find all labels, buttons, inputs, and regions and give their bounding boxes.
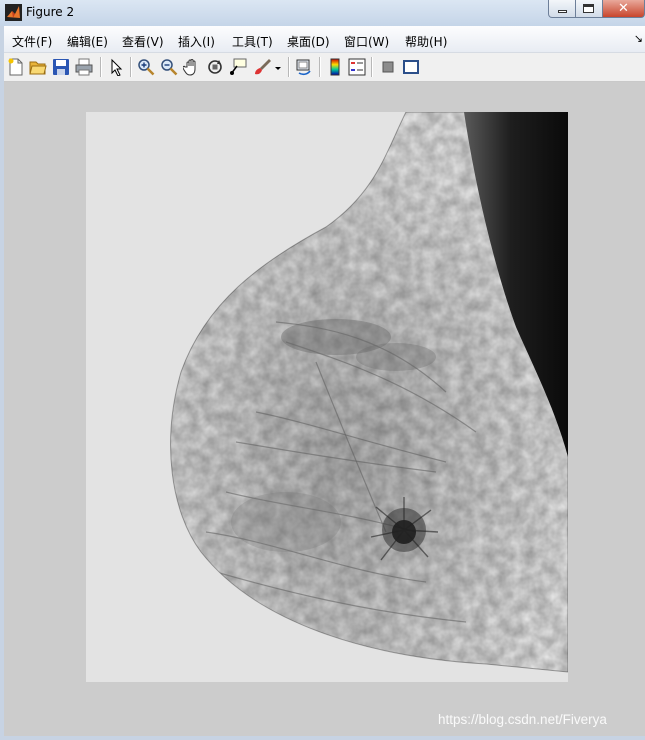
minimize-icon (558, 10, 567, 13)
title-bar[interactable]: Figure 2 ✕ (0, 0, 645, 26)
menu-file[interactable]: 文件(F) (12, 33, 52, 50)
rotate-3d-icon[interactable] (206, 58, 224, 76)
menu-edit[interactable]: 编辑(E) (67, 33, 108, 50)
edit-plot-arrow-icon[interactable] (107, 58, 125, 76)
menu-bar: 文件(F) 编辑(E) 查看(V) 插入(I) 工具(T) 桌面(D) 窗口(W… (4, 26, 645, 53)
maximize-icon (583, 4, 594, 13)
window-title: Figure 2 (26, 5, 75, 19)
menu-tools[interactable]: 工具(T) (232, 33, 273, 50)
window-border-bottom (0, 736, 645, 740)
print-icon[interactable] (75, 58, 93, 76)
toolbar-separator (100, 57, 102, 77)
toolbar-separator (288, 57, 290, 77)
brush-icon[interactable] (253, 58, 271, 76)
toolbar-separator (371, 57, 373, 77)
open-file-icon[interactable] (29, 58, 47, 76)
menu-window[interactable]: 窗口(W) (344, 33, 389, 50)
brush-dropdown-icon[interactable] (274, 58, 283, 76)
maximize-button[interactable] (576, 0, 603, 18)
menu-view[interactable]: 查看(V) (122, 33, 164, 50)
toolbar-separator (130, 57, 132, 77)
matlab-logo-icon (5, 4, 22, 21)
close-button[interactable]: ✕ (603, 0, 645, 18)
menu-insert[interactable]: 插入(I) (178, 33, 215, 50)
figure-toolbar (4, 53, 645, 82)
colorbar-icon[interactable] (326, 58, 344, 76)
hide-plot-tools-icon[interactable] (379, 58, 397, 76)
save-icon[interactable] (52, 58, 70, 76)
menu-desktop[interactable]: 桌面(D) (287, 33, 330, 50)
figure-canvas[interactable]: https://blog.csdn.net/Fiverya (4, 82, 645, 736)
watermark-text: https://blog.csdn.net/Fiverya (438, 712, 607, 727)
new-figure-icon[interactable] (7, 58, 25, 76)
minimize-button[interactable] (548, 0, 576, 18)
data-cursor-icon[interactable] (229, 58, 247, 76)
zoom-in-icon[interactable] (137, 58, 155, 76)
grayscale-image-axes (86, 112, 568, 682)
grayscale-image (86, 112, 568, 682)
pan-hand-icon[interactable] (183, 58, 201, 76)
show-plot-tools-icon[interactable] (402, 58, 420, 76)
menu-help[interactable]: 帮助(H) (405, 33, 447, 50)
zoom-out-icon[interactable] (160, 58, 178, 76)
link-plot-icon[interactable] (295, 58, 313, 76)
toolbar-separator (319, 57, 321, 77)
dock-arrow-icon[interactable]: ↘ (634, 32, 643, 45)
legend-icon[interactable] (348, 58, 366, 76)
close-icon: ✕ (618, 1, 629, 16)
